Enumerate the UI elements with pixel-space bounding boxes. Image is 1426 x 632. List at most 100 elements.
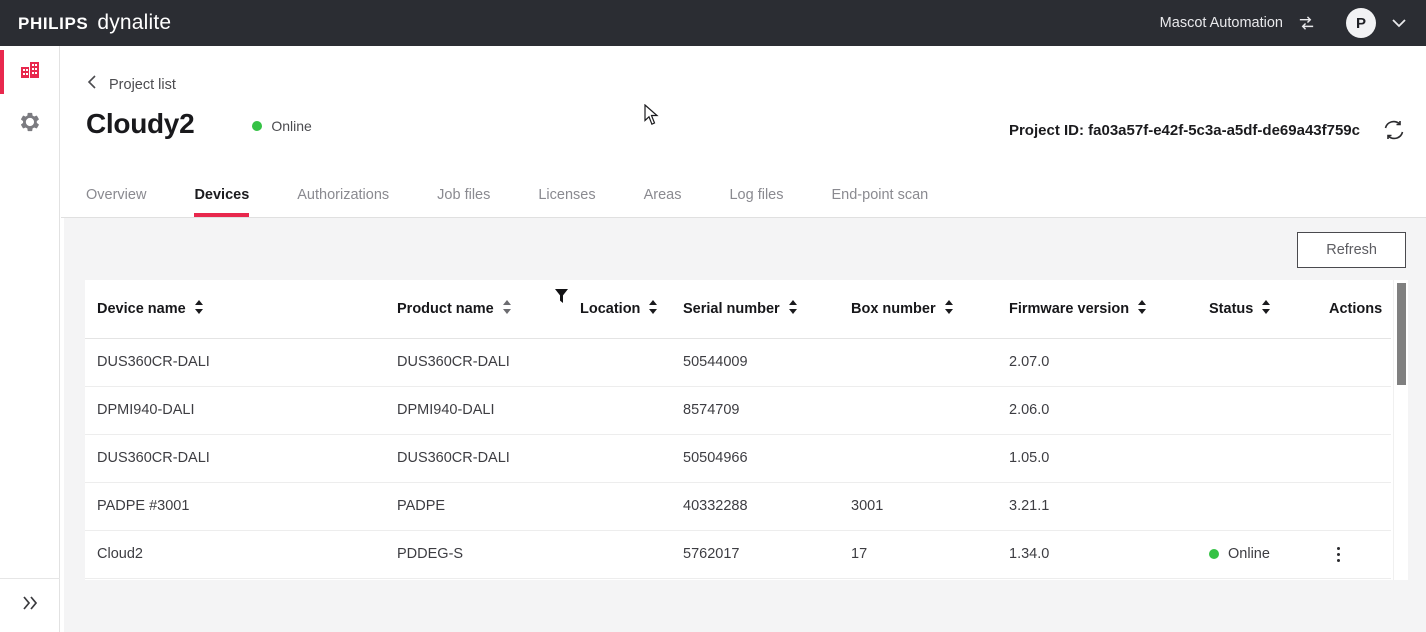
table-row[interactable]: PADPE #3001 PADPE 40332288 3001 3.21.1 bbox=[85, 482, 1391, 530]
cell-location bbox=[543, 386, 671, 434]
cell-product-name: DUS360CR-DALI bbox=[385, 434, 543, 482]
cell-product-name: PADPE bbox=[385, 482, 543, 530]
table-body: DUS360CR-DALI DUS360CR-DALI 50544009 2.0… bbox=[85, 338, 1391, 578]
brand-philips-text: PHILIPS bbox=[18, 14, 88, 34]
cell-device-name: PADPE #3001 bbox=[85, 482, 385, 530]
project-title-row: Cloudy2 Online bbox=[86, 108, 312, 140]
cell-product-name: DUS360CR-DALI bbox=[385, 338, 543, 386]
sort-icon[interactable] bbox=[1137, 300, 1147, 318]
cell-location bbox=[543, 434, 671, 482]
cell-serial-number: 5762017 bbox=[671, 530, 839, 578]
sidebar-item-settings[interactable] bbox=[0, 98, 60, 150]
project-id: Project ID: fa03a57f-e42f-5c3a-a5df-de69… bbox=[1009, 122, 1360, 139]
tab-log-files[interactable]: Log files bbox=[729, 187, 783, 217]
table-row[interactable]: DPMI940-DALI DPMI940-DALI 8574709 2.06.0 bbox=[85, 386, 1391, 434]
refresh-sync-icon[interactable] bbox=[1382, 118, 1406, 142]
column-label: Status bbox=[1209, 301, 1253, 317]
column-header-serial-number[interactable]: Serial number bbox=[671, 280, 839, 338]
column-header-product-name[interactable]: Product name bbox=[385, 280, 543, 338]
gear-icon bbox=[19, 111, 41, 138]
cell-box-number: 17 bbox=[839, 530, 997, 578]
chevron-down-icon[interactable] bbox=[1390, 14, 1408, 32]
sort-icon[interactable] bbox=[648, 300, 658, 318]
table-scrollbar[interactable] bbox=[1393, 280, 1408, 580]
cell-status bbox=[1197, 434, 1317, 482]
tab-devices[interactable]: Devices bbox=[194, 187, 249, 217]
sidebar-item-projects[interactable] bbox=[0, 46, 60, 98]
sort-icon[interactable] bbox=[194, 300, 204, 318]
column-header-firmware-version[interactable]: Firmware version bbox=[997, 280, 1197, 338]
cell-status bbox=[1197, 482, 1317, 530]
breadcrumb-label: Project list bbox=[109, 77, 176, 93]
top-bar: PHILIPS dynalite Mascot Automation P bbox=[0, 0, 1426, 46]
column-header-location[interactable]: Location bbox=[543, 280, 671, 338]
cell-serial-number: 50544009 bbox=[671, 338, 839, 386]
column-label: Location bbox=[580, 301, 640, 317]
cell-serial-number: 40332288 bbox=[671, 482, 839, 530]
status-badge: Online bbox=[252, 118, 311, 134]
table-header-row: Device name Product name bbox=[85, 280, 1391, 338]
swap-tenant-icon[interactable] bbox=[1297, 14, 1316, 33]
cell-firmware-version: 1.34.0 bbox=[997, 530, 1197, 578]
tab-licenses[interactable]: Licenses bbox=[538, 187, 595, 217]
table-row[interactable]: DUS360CR-DALI DUS360CR-DALI 50544009 2.0… bbox=[85, 338, 1391, 386]
column-label: Firmware version bbox=[1009, 301, 1129, 317]
building-icon bbox=[19, 59, 41, 86]
sidebar-expand-button[interactable] bbox=[0, 578, 60, 632]
cell-firmware-version: 1.05.0 bbox=[997, 434, 1197, 482]
brand-logo[interactable]: PHILIPS dynalite bbox=[18, 11, 171, 35]
cell-product-name: PDDEG-S bbox=[385, 530, 543, 578]
project-id-row: Project ID: fa03a57f-e42f-5c3a-a5df-de69… bbox=[1009, 118, 1406, 142]
tab-job-files[interactable]: Job files bbox=[437, 187, 490, 217]
column-header-device-name[interactable]: Device name bbox=[85, 280, 385, 338]
breadcrumb[interactable]: Project list bbox=[86, 74, 176, 95]
status-label: Online bbox=[271, 118, 311, 134]
cell-device-name: DUS360CR-DALI bbox=[85, 434, 385, 482]
sort-icon[interactable] bbox=[788, 300, 798, 318]
tab-authorizations[interactable]: Authorizations bbox=[297, 187, 389, 217]
tab-overview[interactable]: Overview bbox=[86, 187, 146, 217]
cell-location bbox=[543, 482, 671, 530]
table-row[interactable]: Cloud2 PDDEG-S 5762017 17 1.34.0 Online bbox=[85, 530, 1391, 578]
sort-icon[interactable] bbox=[944, 300, 954, 318]
avatar[interactable]: P bbox=[1346, 8, 1376, 38]
devices-table: Device name Product name bbox=[85, 280, 1391, 579]
refresh-button[interactable]: Refresh bbox=[1297, 232, 1406, 268]
cell-device-name: Cloud2 bbox=[85, 530, 385, 578]
table-scrollbar-thumb[interactable] bbox=[1397, 283, 1406, 385]
column-label: Box number bbox=[851, 301, 936, 317]
page-title: Cloudy2 bbox=[86, 108, 194, 140]
cell-status bbox=[1197, 338, 1317, 386]
cell-device-name: DPMI940-DALI bbox=[85, 386, 385, 434]
cell-product-name: DPMI940-DALI bbox=[385, 386, 543, 434]
status-dot-icon bbox=[1209, 549, 1219, 559]
tenant-name: Mascot Automation bbox=[1160, 15, 1283, 31]
column-header-status[interactable]: Status bbox=[1197, 280, 1317, 338]
cell-firmware-version: 2.06.0 bbox=[997, 386, 1197, 434]
tab-areas[interactable]: Areas bbox=[644, 187, 682, 217]
devices-table-card: Device name Product name bbox=[85, 280, 1408, 580]
cell-status: Online bbox=[1197, 530, 1317, 578]
cell-status bbox=[1197, 386, 1317, 434]
table-row[interactable]: DUS360CR-DALI DUS360CR-DALI 50504966 1.0… bbox=[85, 434, 1391, 482]
row-actions-menu-icon[interactable] bbox=[1329, 547, 1347, 562]
tab-bar: Overview Devices Authorizations Job file… bbox=[86, 171, 976, 217]
status-dot-icon bbox=[252, 121, 262, 131]
chevron-left-icon bbox=[86, 74, 99, 95]
cell-serial-number: 8574709 bbox=[671, 386, 839, 434]
cell-location bbox=[543, 338, 671, 386]
column-label: Actions bbox=[1329, 301, 1382, 317]
column-header-box-number[interactable]: Box number bbox=[839, 280, 997, 338]
sort-icon[interactable] bbox=[1261, 300, 1271, 318]
filter-icon[interactable] bbox=[555, 289, 568, 307]
brand-dynalite-text: dynalite bbox=[97, 11, 171, 35]
tab-end-point-scan[interactable]: End-point scan bbox=[832, 187, 929, 217]
cell-serial-number: 50504966 bbox=[671, 434, 839, 482]
column-label: Device name bbox=[97, 301, 186, 317]
cell-location bbox=[543, 530, 671, 578]
cell-actions bbox=[1317, 338, 1391, 386]
sort-icon[interactable] bbox=[502, 300, 512, 318]
content-area: Refresh Device name bbox=[64, 218, 1426, 632]
cell-box-number: 3001 bbox=[839, 482, 997, 530]
cell-box-number bbox=[839, 338, 997, 386]
